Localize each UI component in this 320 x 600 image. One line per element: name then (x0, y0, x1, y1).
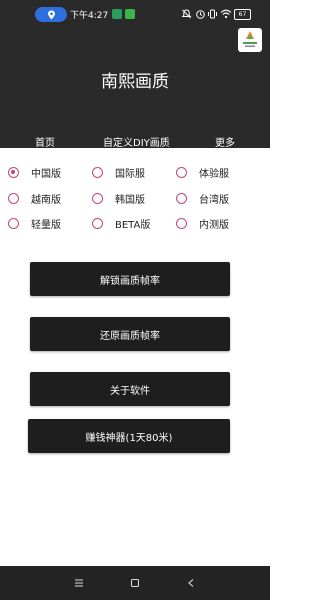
tab-bar: 首页 自定义DIY画质 更多 (0, 134, 270, 149)
about-app-button[interactable]: 关于软件 (30, 372, 230, 406)
location-pill[interactable] (35, 7, 67, 22)
radio-label: 台湾版 (199, 194, 229, 206)
tab-home[interactable]: 首页 (35, 134, 55, 149)
radio-unchecked-icon (92, 217, 103, 229)
location-icon (47, 10, 55, 19)
earn-money-button[interactable]: 赚钱神器(1天80米) (28, 419, 230, 453)
home-icon[interactable] (128, 576, 142, 590)
message-icon (125, 9, 135, 19)
radio-label: 中国版 (31, 168, 61, 180)
radio-label: 体验服 (199, 168, 229, 180)
unlock-framerate-button[interactable]: 解锁画质帧率 (30, 262, 230, 296)
version-row-2: 越南版 韩国版 台湾版 (0, 189, 270, 207)
silent-icon (181, 9, 192, 19)
battery-level: 67 (238, 11, 247, 18)
radio-checked-icon (8, 166, 19, 178)
radio-internal-test[interactable]: 内测版 (176, 214, 229, 232)
app-notification-icon (112, 9, 122, 19)
radio-beta-server[interactable]: 体验服 (176, 163, 229, 181)
radio-label: 越南版 (31, 194, 61, 206)
status-bar: 下午4:27 67 (0, 0, 270, 30)
radio-unchecked-icon (92, 192, 103, 204)
battery-icon: 67 (234, 9, 251, 20)
menu-icon[interactable] (72, 576, 86, 590)
restore-framerate-button[interactable]: 还原画质帧率 (30, 317, 230, 351)
radio-taiwan[interactable]: 台湾版 (176, 189, 229, 207)
radio-global[interactable]: 国际服 (92, 163, 145, 181)
version-row-1: 中国版 国际服 体验服 (0, 163, 270, 181)
page-title: 南熙画质 (101, 72, 169, 92)
version-row-3: 轻量版 BETA版 内测版 (0, 214, 270, 232)
radio-unchecked-icon (8, 217, 19, 229)
radio-label: 轻量版 (31, 219, 61, 231)
tab-more[interactable]: 更多 (215, 134, 235, 149)
radio-label: 内测版 (199, 219, 229, 231)
radio-korea[interactable]: 韩国版 (92, 189, 145, 207)
app-header: 下午4:27 67 南熙画质 首页 自定义DIY画质 更多 (0, 0, 270, 149)
back-icon[interactable] (184, 576, 198, 590)
wifi-icon (220, 9, 232, 19)
radio-unchecked-icon (176, 192, 187, 204)
radio-lite[interactable]: 轻量版 (8, 214, 61, 232)
vibrate-icon (208, 9, 217, 19)
radio-label: 国际服 (115, 168, 145, 180)
radio-label: BETA版 (115, 219, 151, 231)
radio-unchecked-icon (176, 217, 187, 229)
radio-unchecked-icon (92, 166, 103, 178)
radio-china[interactable]: 中国版 (8, 163, 61, 181)
app-logo-icon (238, 28, 262, 52)
system-nav-bar (0, 566, 270, 600)
radio-vietnam[interactable]: 越南版 (8, 189, 61, 207)
alarm-icon (196, 10, 205, 19)
radio-label: 韩国版 (115, 194, 145, 206)
status-time: 下午4:27 (70, 11, 109, 21)
radio-unchecked-icon (176, 166, 187, 178)
radio-unchecked-icon (8, 192, 19, 204)
tab-custom-diy[interactable]: 自定义DIY画质 (103, 134, 170, 149)
radio-beta[interactable]: BETA版 (92, 214, 150, 232)
